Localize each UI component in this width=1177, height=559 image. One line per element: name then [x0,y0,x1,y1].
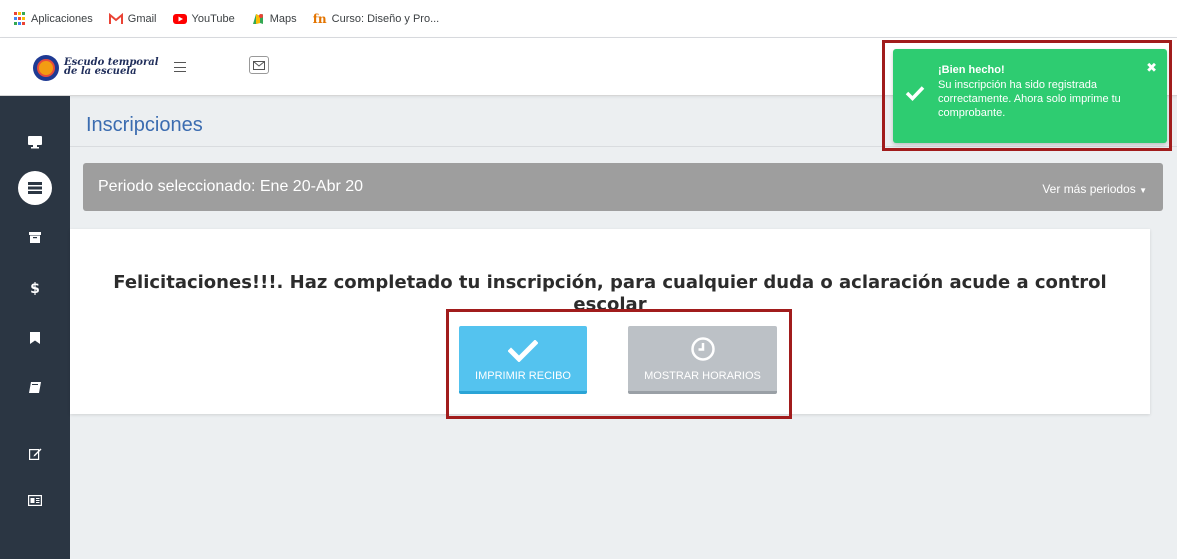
sidebar-item-bookmark[interactable] [0,318,70,358]
bookmark-gmail[interactable]: Gmail [108,12,157,26]
maps-icon [251,12,265,26]
period-label: Periodo seleccionado: Ene 20-Abr 20 [98,178,364,195]
bookmark-maps[interactable]: Maps [251,12,297,26]
bookmark-label: Curso: Diseño y Pro... [331,12,440,25]
bookmark-label: Maps [269,12,297,25]
youtube-icon [172,12,187,26]
page-title: Inscripciones [86,114,203,136]
bookmark-youtube[interactable]: YouTube [172,12,235,26]
bookmark-label: Aplicaciones [31,12,93,25]
edit-icon [28,448,41,460]
more-periods-dropdown[interactable]: Ver más periodos ▼ [1042,182,1147,196]
id-card-icon [28,494,42,506]
archive-icon [29,231,41,243]
menu-toggle-icon[interactable] [174,62,186,72]
mail-icon[interactable] [249,56,269,74]
book-icon [29,381,41,393]
course-icon: fn [312,11,327,26]
bookmark-label: YouTube [191,12,235,25]
toast-highlight-box [882,40,1172,151]
bookmark-curso[interactable]: fn Curso: Diseño y Pro... [313,12,440,26]
monitor-icon [28,135,42,148]
bookmarks-bar: Aplicaciones Gmail YouTube Maps fn Curso… [0,0,1177,38]
sidebar-item-pagos[interactable]: $ [0,269,70,309]
sidebar-item-archive[interactable] [0,217,70,257]
sidebar-item-dashboard[interactable] [0,122,70,162]
period-bar: Periodo seleccionado: Ene 20-Abr 20 Ver … [83,163,1163,211]
brand-name[interactable]: Escudo temporal de la escuela [64,58,159,77]
list-icon [28,182,42,194]
bookmark-label: Gmail [127,12,157,25]
caret-down-icon: ▼ [1139,186,1147,195]
bookmark-icon [30,332,40,344]
success-message: Felicitaciones!!!. Haz completado tu ins… [113,272,1107,310]
bookmark-aplicaciones[interactable]: Aplicaciones [12,12,93,26]
gmail-icon [108,12,123,26]
sidebar-item-book[interactable] [0,367,70,407]
sidebar-item-edit[interactable] [0,434,70,474]
sidebar-item-inscripciones[interactable] [0,168,70,208]
sidebar-item-id-card[interactable] [0,480,70,520]
buttons-highlight-box [446,309,792,419]
sidebar: $ [0,96,70,559]
apps-grid-icon [12,12,26,26]
dollar-icon: $ [30,281,40,297]
school-logo[interactable] [33,55,59,81]
